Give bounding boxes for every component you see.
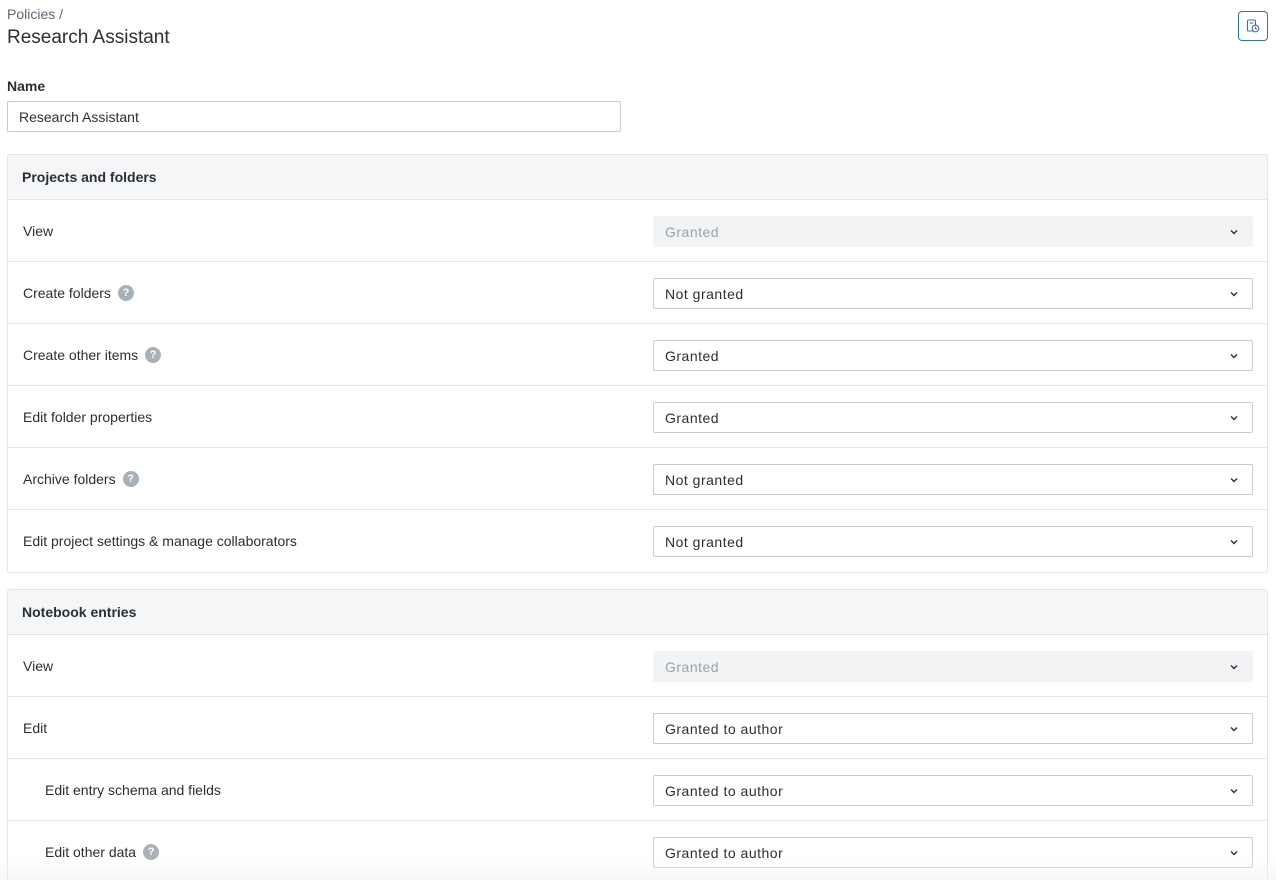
permission-select-value: Granted — [665, 409, 720, 426]
help-icon[interactable]: ? — [117, 284, 134, 301]
breadcrumb[interactable]: Policies / — [7, 6, 63, 22]
permission-select-view: Granted — [653, 651, 1253, 682]
permission-label: Archive folders? — [23, 448, 139, 509]
permission-select-value: Not granted — [665, 533, 744, 550]
chevron-down-icon — [1230, 727, 1238, 732]
permission-select-create-folders[interactable]: Not granted — [653, 278, 1253, 309]
document-history-icon — [1246, 19, 1260, 33]
permission-select-edit-entry-schema[interactable]: Granted to author — [653, 775, 1253, 806]
permission-label: Edit entry schema and fields — [45, 759, 221, 820]
section-title: Notebook entries — [8, 590, 1267, 635]
chevron-down-icon — [1230, 789, 1238, 794]
permission-label-text: Edit project settings & manage collabora… — [23, 532, 297, 549]
permission-select-value: Not granted — [665, 471, 744, 488]
permission-select-value: Granted to author — [665, 720, 784, 737]
permission-label-text: Create other items — [23, 346, 139, 363]
permission-select-edit-project-settings[interactable]: Not granted — [653, 526, 1253, 557]
name-field-label: Name — [7, 78, 46, 94]
history-button[interactable] — [1238, 11, 1268, 41]
permission-row-edit-other-data: Edit other data? Granted to author — [8, 821, 1267, 880]
chevron-down-icon — [1230, 354, 1238, 359]
permission-select-value: Granted to author — [665, 782, 784, 799]
permission-select-archive-folders[interactable]: Not granted — [653, 464, 1253, 495]
permission-label-text: View — [23, 657, 54, 674]
chevron-down-icon — [1230, 540, 1238, 545]
permission-label: Edit other data? — [45, 821, 160, 880]
permission-label-text: Edit — [23, 719, 48, 736]
help-icon[interactable]: ? — [143, 843, 160, 860]
permission-row-edit: Edit Granted to author — [8, 697, 1267, 759]
permission-select-value: Not granted — [665, 285, 744, 302]
permission-label: Edit — [23, 697, 47, 758]
permission-select-edit-other-data[interactable]: Granted to author — [653, 837, 1253, 868]
permission-select-value: Granted — [665, 658, 720, 675]
permission-row-create-folders: Create folders? Not granted — [8, 262, 1267, 324]
permission-label-text: View — [23, 222, 54, 239]
help-icon[interactable]: ? — [145, 346, 162, 363]
permission-label: Create folders? — [23, 262, 134, 323]
policy-editor-page: Policies / Research Assistant Name Proje… — [0, 0, 1276, 880]
permission-row-edit-project-settings: Edit project settings & manage collabora… — [8, 510, 1267, 572]
permission-select-value: Granted to author — [665, 844, 784, 861]
permission-row-edit-folder-properties: Edit folder properties Granted — [8, 386, 1267, 448]
chevron-down-icon — [1230, 478, 1238, 483]
permission-select-value: Granted — [665, 347, 720, 364]
permission-label-text: Create folders — [23, 284, 111, 301]
permission-label: Edit project settings & manage collabora… — [23, 510, 297, 571]
permission-select-view: Granted — [653, 216, 1253, 247]
permission-select-edit[interactable]: Granted to author — [653, 713, 1253, 744]
permission-label-text: Edit entry schema and fields — [45, 781, 221, 798]
help-icon[interactable]: ? — [122, 470, 139, 487]
chevron-down-icon — [1230, 851, 1238, 856]
section-title: Projects and folders — [8, 155, 1267, 200]
permission-row-create-other-items: Create other items? Granted — [8, 324, 1267, 386]
permission-select-edit-folder-properties[interactable]: Granted — [653, 402, 1253, 433]
permission-row-archive-folders: Archive folders? Not granted — [8, 448, 1267, 510]
page-title: Research Assistant — [7, 27, 170, 48]
name-input[interactable] — [7, 101, 621, 132]
permission-select-value: Granted — [665, 223, 720, 240]
permission-label-text: Edit folder properties — [23, 408, 153, 425]
chevron-down-icon — [1230, 292, 1238, 297]
chevron-down-icon — [1230, 416, 1238, 421]
permission-label: Create other items? — [23, 324, 162, 385]
permission-select-create-other-items[interactable]: Granted — [653, 340, 1253, 371]
permission-label: View — [23, 635, 53, 696]
section-projects-and-folders: Projects and folders View Granted Create… — [7, 154, 1268, 573]
permission-label: View — [23, 200, 53, 261]
permission-label: Edit folder properties — [23, 386, 152, 447]
permission-row-view: View Granted — [8, 200, 1267, 262]
permission-label-text: Archive folders — [23, 470, 116, 487]
permission-row-edit-entry-schema: Edit entry schema and fields Granted to … — [8, 759, 1267, 821]
chevron-down-icon — [1230, 230, 1238, 235]
permission-label-text: Edit other data — [45, 843, 137, 860]
section-notebook-entries: Notebook entries View Granted Edit Grant… — [7, 589, 1268, 880]
permission-row-view: View Granted — [8, 635, 1267, 697]
chevron-down-icon — [1230, 665, 1238, 670]
